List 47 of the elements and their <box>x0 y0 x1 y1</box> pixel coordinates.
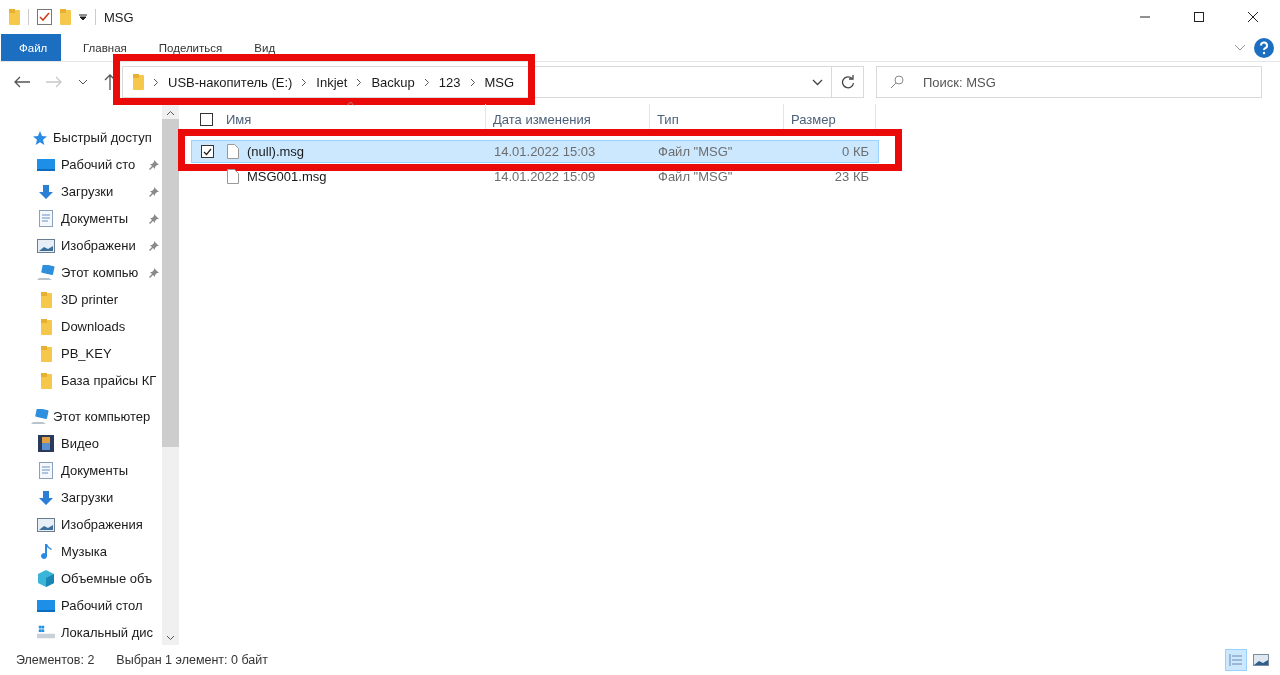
sidebar-item[interactable]: Видео <box>61 436 99 451</box>
column-header[interactable]: Тип <box>650 104 784 134</box>
column-header[interactable]: Дата изменения <box>486 104 650 134</box>
sidebar-group[interactable]: Быстрый доступ <box>53 130 152 145</box>
item-count: Элементов: 2 <box>16 653 95 667</box>
sidebar-item[interactable]: Документы <box>61 211 128 226</box>
window-title: MSG <box>104 9 134 25</box>
modified-date: 14.01.2022 15:03 <box>493 144 597 159</box>
column-header[interactable]: Имя <box>221 104 486 134</box>
file-row[interactable]: (null).msg 14.01.2022 15:03 Файл "MSG" 0 КБ <box>191 140 879 163</box>
sidebar-item[interactable]: Изображения <box>61 517 143 532</box>
file-name: MSG001.msg <box>247 169 327 184</box>
sidebar-group[interactable]: Этот компьютер <box>53 409 151 424</box>
sidebar-item[interactable]: 3D printer <box>61 292 119 307</box>
breadcrumb-segment[interactable]: MSG <box>484 74 515 90</box>
column-header[interactable]: Размер <box>784 104 876 134</box>
sidebar-item[interactable]: База прайсы КГ <box>61 373 157 388</box>
sidebar-item[interactable]: Рабочий стол <box>61 598 143 613</box>
ribbon-tab[interactable]: Поделиться <box>142 34 239 61</box>
file-menu-tab[interactable]: Файл <box>1 34 61 61</box>
sidebar-item[interactable]: Рабочий сто <box>61 157 136 172</box>
sidebar-item[interactable]: Загрузки <box>61 184 114 199</box>
breadcrumb-segment[interactable]: 123 <box>438 74 461 90</box>
address-bar[interactable]: USB-накопитель (E:) Inkjet Backup 123 MSG <box>122 66 832 98</box>
ribbon-tab[interactable]: Главная <box>67 34 143 61</box>
file-name: (null).msg <box>247 144 305 159</box>
breadcrumb-segment[interactable]: Inkjet <box>316 74 348 90</box>
file-type: Файл "MSG" <box>657 144 734 159</box>
selection-info: Выбран 1 элемент: 0 байт <box>116 653 268 667</box>
modified-date: 14.01.2022 15:09 <box>493 169 597 184</box>
file-type: Файл "MSG" <box>657 169 734 184</box>
file-size: 23 КБ <box>833 169 870 184</box>
breadcrumb-segment[interactable]: USB-накопитель (E:) <box>168 74 293 90</box>
sidebar-item[interactable]: Документы <box>61 463 128 478</box>
sidebar-item[interactable]: Downloads <box>61 319 126 334</box>
sidebar-item[interactable]: Объемные объ <box>61 571 153 586</box>
ribbon-tab[interactable]: Вид <box>238 34 292 61</box>
sidebar-item[interactable]: Этот компью <box>61 265 139 280</box>
file-row[interactable]: MSG001.msg 14.01.2022 15:09 Файл "MSG" 23 КБ <box>191 165 879 188</box>
sidebar-item[interactable]: Загрузки <box>61 490 114 505</box>
sidebar-item[interactable]: Музыка <box>61 544 107 559</box>
sidebar-item[interactable]: Локальный дис <box>61 625 154 640</box>
breadcrumb-segment[interactable]: Backup <box>371 74 415 90</box>
file-size: 0 КБ <box>841 144 870 159</box>
sidebar-item[interactable]: Изображени <box>61 238 136 253</box>
sidebar-item[interactable]: PB_KEY <box>61 346 112 361</box>
search-field[interactable]: Поиск: MSG <box>876 66 1262 98</box>
